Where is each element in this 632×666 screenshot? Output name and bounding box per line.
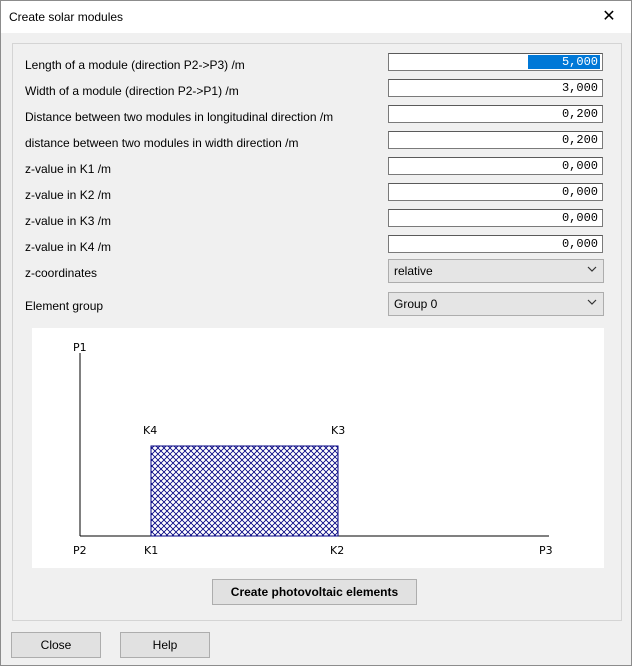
z-k1-input[interactable]: 0,000 [388, 157, 603, 175]
module-length-label: Length of a module (direction P2->P3) /m [25, 58, 245, 72]
dialog-window: Create solar modules ✕ Length of a modul… [0, 0, 632, 666]
z-k2-label: z-value in K2 /m [25, 188, 112, 202]
width-distance-input[interactable]: 0,200 [388, 131, 603, 149]
p2-label: P2 [73, 544, 87, 557]
z-coordinates-select[interactable]: relative [388, 259, 604, 283]
element-group-select[interactable]: Group 0 [388, 292, 604, 316]
p1-label: P1 [73, 341, 87, 354]
k4-label: K4 [143, 424, 157, 437]
z-k3-label: z-value in K3 /m [25, 214, 112, 228]
z-k3-input[interactable]: 0,000 [388, 209, 603, 227]
k1-label: K1 [144, 544, 158, 557]
longitudinal-distance-input[interactable]: 0,200 [388, 105, 603, 123]
k2-label: K2 [330, 544, 344, 557]
module-length-input[interactable]: 5,000 [388, 53, 603, 71]
window-title: Create solar modules [9, 10, 124, 24]
solar-module-rect [150, 445, 339, 537]
longitudinal-distance-label: Distance between two modules in longitud… [25, 110, 334, 124]
chevron-down-icon [587, 266, 597, 272]
k3-label: K3 [331, 424, 345, 437]
z-k4-input[interactable]: 0,000 [388, 235, 603, 253]
module-width-label: Width of a module (direction P2->P1) /m [25, 84, 239, 98]
z-k1-label: z-value in K1 /m [25, 162, 112, 176]
close-button[interactable]: Close [11, 632, 101, 658]
z-k4-label: z-value in K4 /m [25, 240, 112, 254]
title-bar: Create solar modules ✕ [1, 1, 631, 33]
help-button[interactable]: Help [120, 632, 210, 658]
z-k2-input[interactable]: 0,000 [388, 183, 603, 201]
create-photovoltaic-button[interactable]: Create photovoltaic elements [212, 579, 417, 605]
chevron-down-icon [587, 299, 597, 305]
module-width-input[interactable]: 3,000 [388, 79, 603, 97]
close-icon[interactable]: ✕ [587, 1, 631, 33]
element-group-label: Element group [25, 299, 104, 313]
z-coordinates-label: z-coordinates [25, 266, 98, 280]
settings-panel: Length of a module (direction P2->P3) /m… [12, 43, 622, 621]
module-diagram: P1 P2 P3 K1 K2 K3 K4 [32, 328, 604, 568]
width-distance-label: distance between two modules in width di… [25, 136, 299, 150]
module-diagram-svg: P1 P2 P3 K1 K2 K3 K4 [73, 341, 553, 557]
p3-label: P3 [539, 544, 553, 557]
